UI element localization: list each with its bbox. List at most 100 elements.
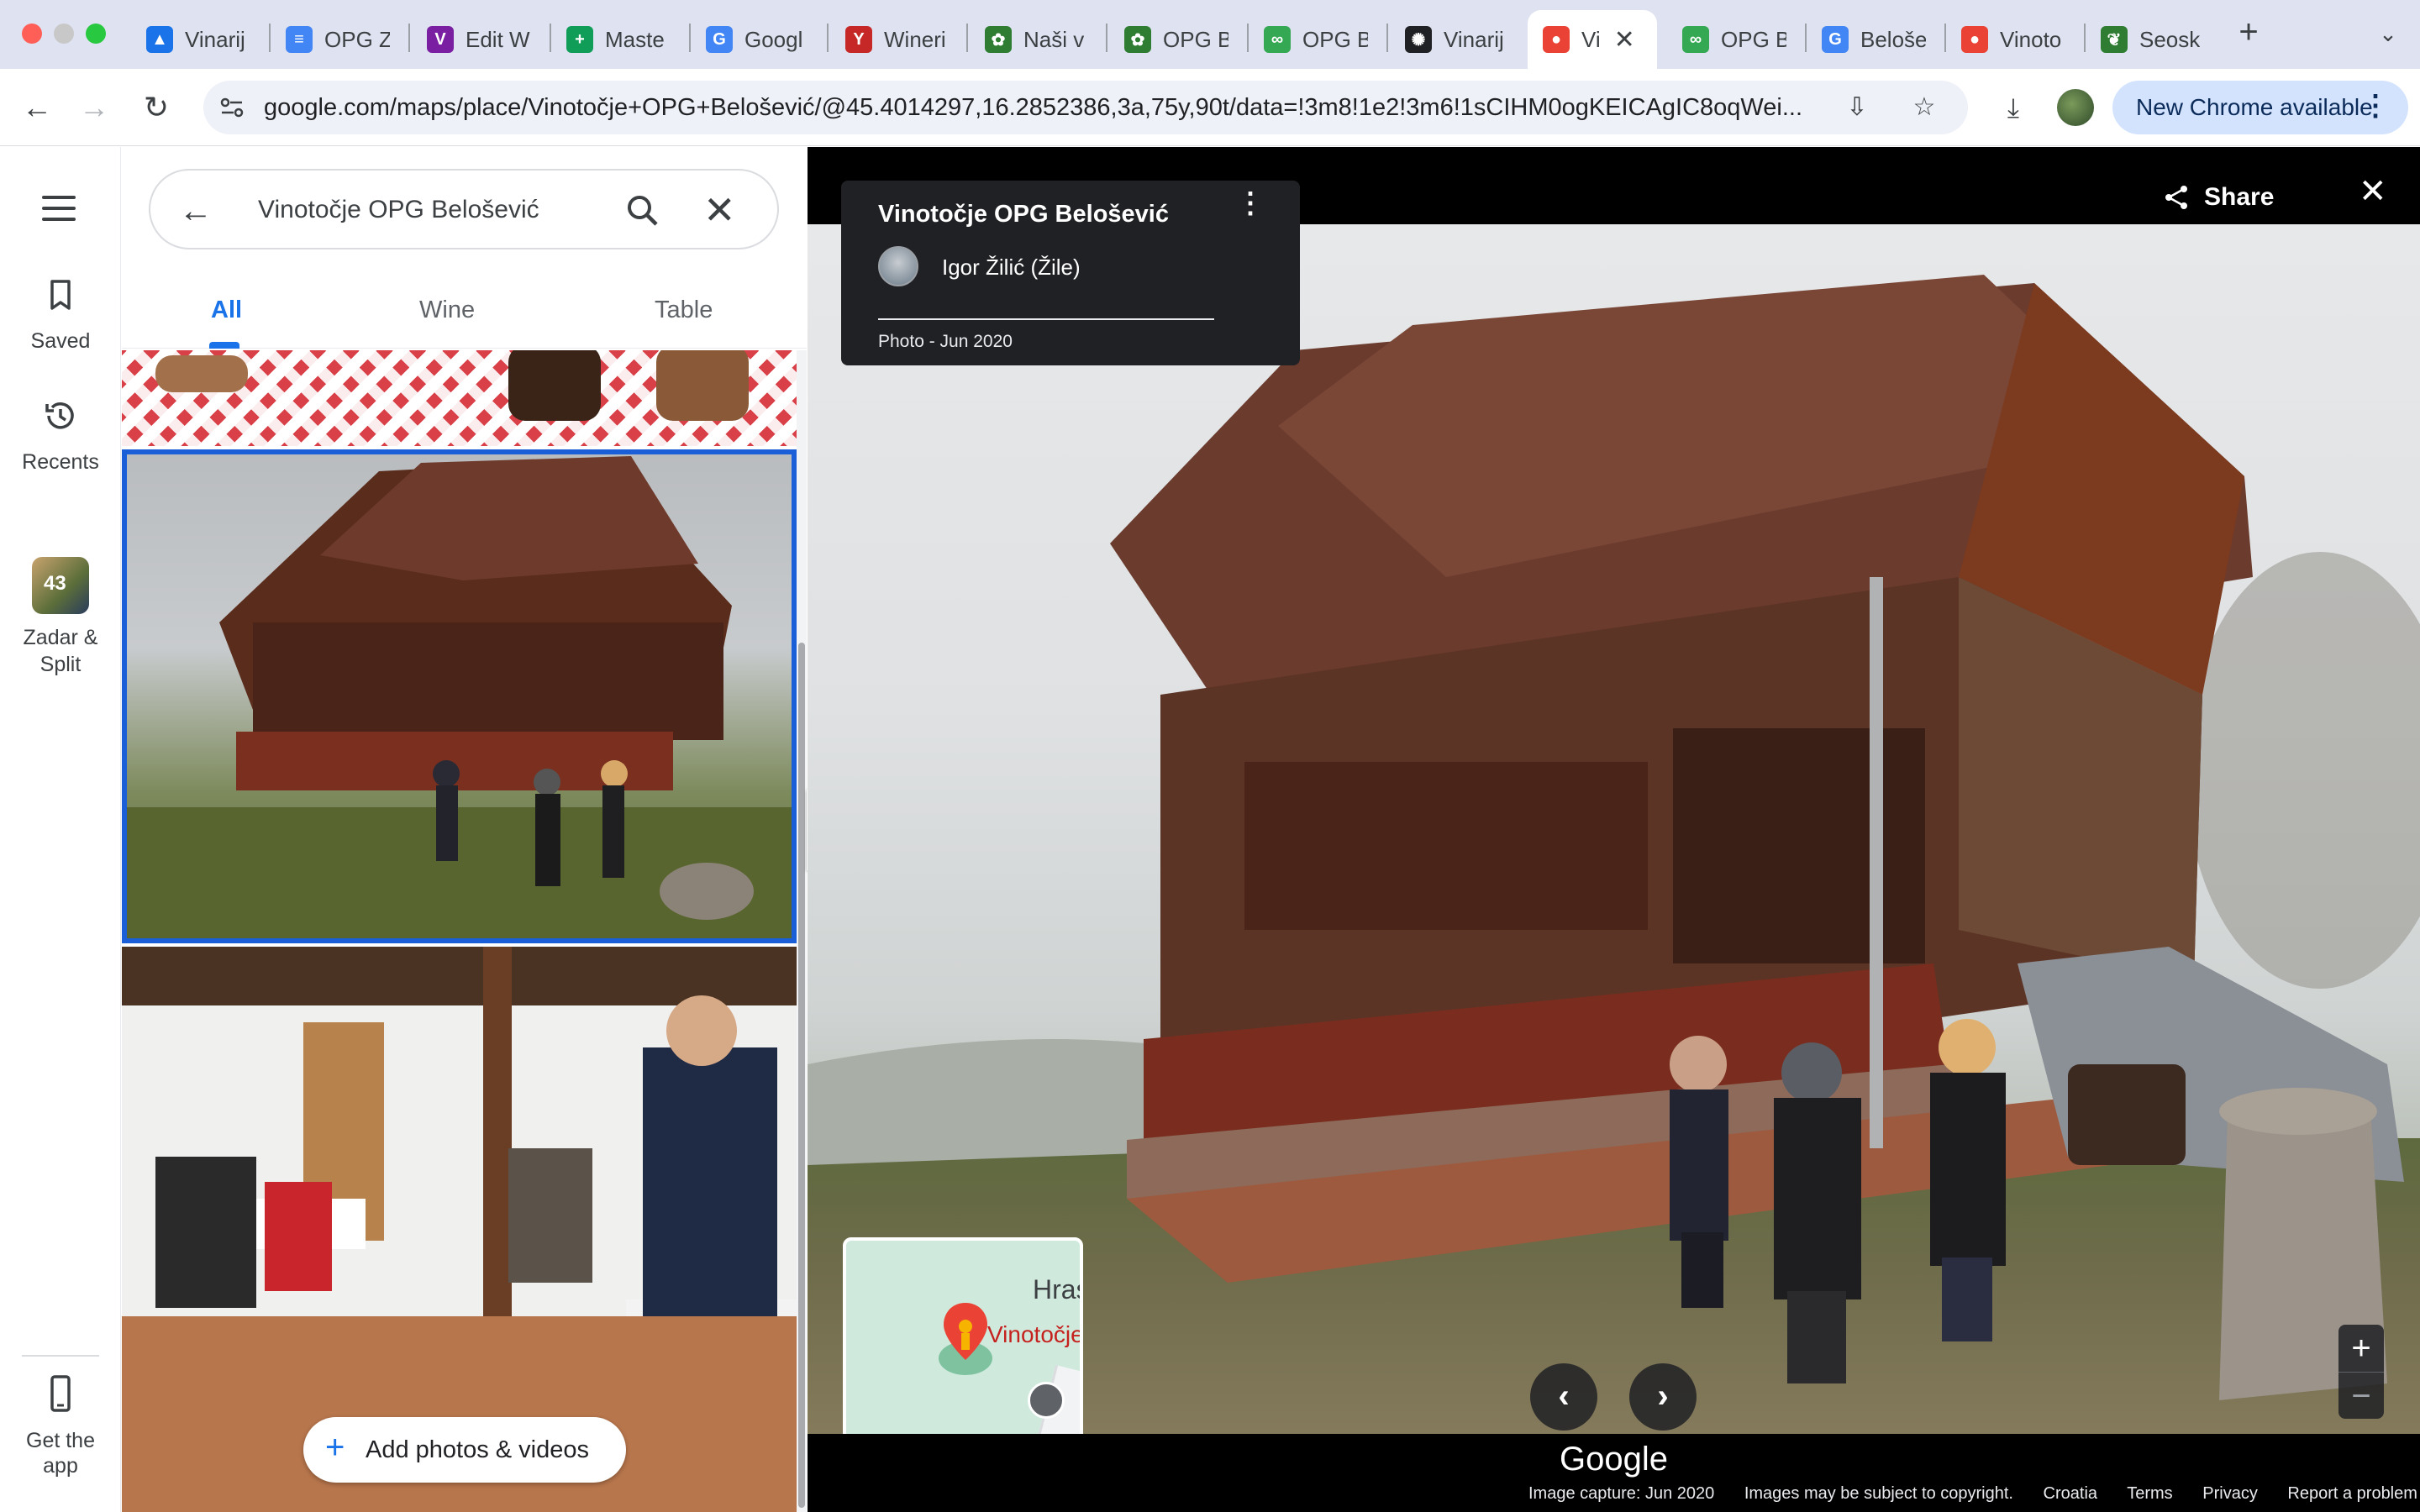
back-arrow-icon[interactable]: ← [179, 192, 213, 230]
photo-info-card: Vinotočje OPG Belošević ⋮ Igor Žilić (Ži… [841, 181, 1300, 365]
browser-tab[interactable]: + Maste [551, 10, 686, 69]
minimap-town-label: Hras [1033, 1274, 1080, 1305]
google-g-icon: G [1822, 26, 1849, 53]
location-pin-icon [944, 1303, 987, 1360]
close-window-button[interactable] [22, 24, 42, 44]
google-translate-icon: G [706, 26, 733, 53]
address-bar[interactable]: google.com/maps/place/Vinotočje+OPG+Belo… [203, 81, 1968, 134]
maximize-window-button[interactable] [86, 24, 106, 44]
jar-shape [656, 350, 749, 421]
site-logo-icon: V [427, 26, 454, 53]
zoom-out-button[interactable]: − [2338, 1372, 2384, 1419]
tab-table[interactable]: Table [655, 297, 713, 324]
menu-icon[interactable] [42, 196, 76, 228]
tab-divider [827, 24, 829, 52]
search-icon[interactable] [623, 191, 663, 231]
photo-category-tabs: All Wine Table [122, 273, 807, 349]
phone-icon [50, 1375, 71, 1412]
history-icon [45, 402, 74, 429]
browser-tab[interactable]: V Edit W [412, 10, 546, 69]
photo-date: Photo - Jun 2020 [878, 332, 1013, 351]
browser-tab[interactable]: ∞ OPG B [1249, 10, 1383, 69]
tab-strip: ▲ Vinarij ≡ OPG Z V Edit W + Maste G Googl YW… [0, 0, 2420, 69]
search-input[interactable]: Vinotočje OPG Belošević [258, 196, 539, 224]
new-tab-button[interactable]: + [2232, 13, 2265, 54]
reload-button[interactable]: ↻ [136, 87, 176, 128]
chrome-update-button[interactable]: New Chrome available ⋮ [2112, 81, 2408, 134]
browser-tab-active[interactable]: ● Vi ✕ [1528, 10, 1657, 69]
maps-left-rail: Saved Recents 43 Zadar & Split Get the a… [0, 147, 121, 1512]
tab-divider [408, 24, 410, 52]
browser-tab[interactable]: ∞ OPG B [1667, 10, 1802, 69]
search-box[interactable]: ← Vinotočje OPG Belošević ✕ [149, 169, 779, 249]
report-problem-link[interactable]: Report a problem [2287, 1484, 2417, 1503]
google-logo: Google [1560, 1441, 1668, 1478]
browser-tab[interactable]: Y Wineri [830, 10, 965, 69]
country-link[interactable]: Croatia [2044, 1484, 2097, 1503]
more-options-icon[interactable]: ⋮ [1236, 189, 1265, 218]
minimize-window-button[interactable] [54, 24, 74, 44]
house-photo-thumbnail [127, 456, 792, 938]
downloads-icon[interactable]: ⤓ [1993, 87, 2033, 128]
browser-tab[interactable]: G Googl [691, 10, 825, 69]
browser-tab[interactable]: ▲ Vinarij [131, 10, 266, 69]
more-menu-icon[interactable]: ⋮ [2361, 89, 2390, 123]
forward-button[interactable]: → [74, 87, 114, 128]
site-settings-icon[interactable] [218, 94, 245, 121]
viewer-footer: Google Image capture: Jun 2020 Images ma… [808, 1434, 2420, 1512]
google-docs-icon: ≡ [286, 26, 313, 53]
tab-all[interactable]: All [211, 297, 242, 324]
browser-tab[interactable]: ✿ OPG B [1109, 10, 1244, 69]
zoom-in-button[interactable]: + [2338, 1325, 2384, 1372]
previous-photo-button[interactable]: ‹ [1530, 1363, 1597, 1431]
bookmark-star-icon[interactable]: ☆ [1909, 92, 1939, 123]
tab-divider [1386, 24, 1388, 52]
google-sheets-icon: + [566, 26, 593, 53]
install-app-icon[interactable]: ⇩ [1842, 92, 1872, 123]
saved-list-zadar-split[interactable]: 43 Zadar & Split [0, 557, 121, 678]
tab-search-button[interactable]: ⌄ [2370, 15, 2407, 52]
close-tab-icon[interactable]: ✕ [1614, 25, 1635, 55]
browser-tab[interactable]: ✺ Vinarij [1390, 10, 1524, 69]
next-photo-button[interactable]: › [1629, 1363, 1697, 1431]
browser-tab[interactable]: ≡ OPG Z [271, 10, 405, 69]
zoom-control: + − [2338, 1325, 2384, 1419]
photo-thumbnail-table[interactable] [122, 350, 797, 446]
add-photos-button[interactable]: + Add photos & videos [303, 1417, 626, 1483]
author-avatar[interactable] [878, 246, 918, 286]
saved-button[interactable]: Saved [0, 275, 121, 354]
browser-tab[interactable]: ✿ Naši v [970, 10, 1104, 69]
privacy-link[interactable]: Privacy [2202, 1484, 2258, 1503]
share-icon [2165, 186, 2187, 209]
panel-scrollbar-thumb[interactable] [798, 643, 805, 1508]
browser-tab[interactable]: ● Vinoto [1946, 10, 2081, 69]
terms-link[interactable]: Terms [2127, 1484, 2172, 1503]
browser-tab[interactable]: ❦ Seosk [2086, 10, 2220, 69]
recents-button[interactable]: Recents [0, 396, 121, 475]
share-button[interactable]: Share [2164, 176, 2274, 219]
photo-thumbnail-selected[interactable] [122, 449, 797, 943]
google-drive-icon: ▲ [146, 26, 173, 53]
place-photos-panel: ← Vinotočje OPG Belošević ✕ All Wine Tab… [122, 147, 807, 1512]
tripadvisor-icon: ∞ [1682, 26, 1709, 53]
get-app-button[interactable]: Get the app [0, 1373, 121, 1478]
place-title[interactable]: Vinotočje OPG Belošević [878, 201, 1169, 228]
tab-wine[interactable]: Wine [419, 297, 475, 324]
tab-divider [966, 24, 968, 52]
info-divider [878, 318, 1214, 320]
author-name[interactable]: Igor Žilić (Žile) [942, 255, 1081, 281]
wine-glass-icon: Y [845, 26, 872, 53]
footer-links: Image capture: Jun 2020 Images may be su… [1528, 1484, 2420, 1504]
school-icon [1028, 1382, 1065, 1419]
list-count: 43 [44, 572, 66, 595]
clear-search-icon[interactable]: ✕ [703, 187, 736, 233]
leaf-icon: ❦ [2101, 26, 2128, 53]
jar-shape [508, 350, 601, 421]
profile-avatar[interactable] [2057, 89, 2094, 126]
google-maps-icon: ● [1543, 26, 1570, 53]
back-button[interactable]: ← [17, 87, 57, 128]
browser-toolbar: ← → ↻ google.com/maps/place/Vinotočje+OP… [0, 69, 2420, 146]
plus-icon: + [325, 1429, 345, 1466]
close-viewer-icon[interactable]: ✕ [2359, 172, 2387, 211]
browser-tab[interactable]: GBelošev [1807, 10, 1941, 69]
